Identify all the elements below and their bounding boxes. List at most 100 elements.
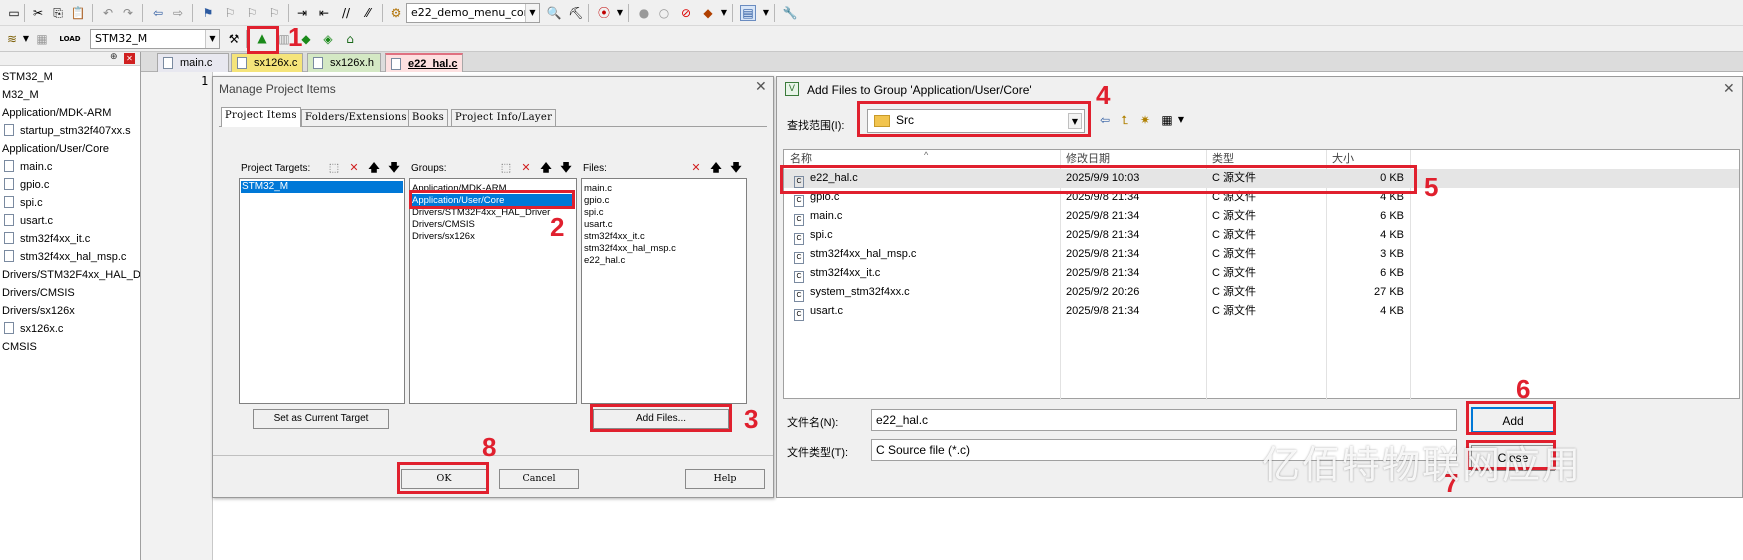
file-row[interactable]: Cstm32f4xx_it.c 2025/9/8 21:34 C 源文件 6 KB [784,264,1739,283]
chevron-down-icon[interactable]: ▼ [758,5,774,21]
tree-group-item[interactable]: Application/User/Core [2,140,109,158]
disable-breakpoint-icon[interactable]: ○ [656,5,672,21]
file-row[interactable]: Cmain.c 2025/9/8 21:34 C 源文件 6 KB [784,207,1739,226]
target-item[interactable]: STM32_M [242,181,288,192]
file-row[interactable]: Cspi.c 2025/9/8 21:34 C 源文件 4 KB [784,226,1739,245]
cancel-button[interactable]: Cancel [499,469,579,489]
tree-file-item[interactable]: gpio.c [4,176,49,194]
help-button[interactable]: Help [685,469,765,489]
file-item[interactable]: spi.c [584,207,604,218]
target-config-select[interactable]: e22_demo_menu_config ▼ [406,3,540,23]
configure-icon[interactable]: 🔧 [782,5,798,21]
group-item[interactable]: Drivers/CMSIS [412,219,475,230]
file-item[interactable]: stm32f4xx_hal_msp.c [584,243,676,254]
prev-bookmark-icon[interactable]: ⚐ [222,5,238,21]
chevron-down-icon[interactable]: ▼ [1173,112,1189,128]
tab-project-info-layer[interactable]: Project Info/Layer [451,109,557,127]
new-icon[interactable]: ⬚ [499,161,513,175]
stop-build-icon[interactable]: ▦ [34,31,50,47]
tree-file-item[interactable]: stm32f4xx_hal_msp.c [4,248,126,266]
delete-icon[interactable]: ✕ [689,161,703,175]
tab-sx126x-c[interactable]: sx126x.c [231,53,303,72]
file-item[interactable]: stm32f4xx_it.c [584,231,645,242]
tree-file-item[interactable]: startup_stm32f407xx.s [4,122,131,140]
file-row[interactable]: Cusart.c 2025/9/8 21:34 C 源文件 4 KB [784,302,1739,321]
redo-icon[interactable]: ↷ [120,5,136,21]
clear-bookmarks-icon[interactable]: ⚐ [266,5,282,21]
tree-file-item[interactable]: spi.c [4,194,43,212]
rte-icon[interactable]: ◆ [700,5,716,21]
move-up-icon[interactable]: 🡅 [539,161,553,175]
tab-sx126x-h[interactable]: sx126x.h [307,53,381,72]
manage-rte-icon[interactable]: ◈ [320,31,336,47]
tree-group-item[interactable]: Drivers/sx126x [2,302,75,320]
undo-icon[interactable]: ↶ [100,5,116,21]
tree-file-item[interactable]: stm32f4xx_it.c [4,230,90,248]
tree-group-item[interactable]: M32_M [2,86,39,104]
nav-back-icon[interactable]: ⇦ [150,5,166,21]
move-up-icon[interactable]: 🡅 [367,161,381,175]
move-down-icon[interactable]: 🡇 [559,161,573,175]
target-select[interactable]: STM32_M ▼ [90,29,220,49]
file-item[interactable]: e22_hal.c [584,255,625,266]
breakpoint-icon[interactable]: ● [636,5,652,21]
move-down-icon[interactable]: 🡇 [729,161,743,175]
tab-e22-hal-c[interactable]: e22_hal.c [385,53,463,72]
tree-group-item[interactable]: STM32_M [2,68,53,86]
target-options-icon[interactable]: ⚒ [226,31,242,47]
window-layout-icon[interactable]: ▤ [740,5,756,21]
chevron-down-icon[interactable]: ▼ [18,31,34,47]
close-icon[interactable]: ✕ [1723,81,1735,97]
tab-books[interactable]: Books [408,109,449,127]
up-folder-icon[interactable]: ⮤ [1117,112,1133,128]
debug-session-icon[interactable]: ⦿ [596,5,612,21]
uncomment-icon[interactable]: ⁄⁄ [360,5,376,21]
config-wizard-icon[interactable]: ⚙ [388,5,404,21]
download-load-icon[interactable]: LOAD [59,31,80,47]
file-row[interactable]: Csystem_stm32f4xx.c 2025/9/2 20:26 C 源文件 27… [784,283,1739,302]
file-item[interactable]: gpio.c [584,195,609,206]
group-item[interactable]: Drivers/sx126x [412,231,475,242]
cut-icon[interactable]: ✂ [30,5,46,21]
back-icon[interactable]: ⇦ [1097,112,1113,128]
incremental-find-icon[interactable]: ⛏ [568,5,584,21]
new-file-icon[interactable]: ▭ [6,5,22,21]
tree-group-item[interactable]: Application/MDK-ARM [2,104,111,122]
file-row[interactable]: Cstm32f4xx_hal_msp.c 2025/9/8 21:34 C 源文件 3… [784,245,1739,264]
tab-main-c[interactable]: main.c [157,53,229,72]
install-packs-icon[interactable]: ⌂ [342,31,358,47]
filename-input[interactable]: e22_hal.c [871,409,1457,431]
file-item[interactable]: usart.c [584,219,613,230]
move-up-icon[interactable]: 🡅 [709,161,723,175]
tab-project-items[interactable]: Project Items [221,107,301,127]
tree-file-item[interactable]: usart.c [4,212,53,230]
tree-file-item[interactable]: main.c [4,158,52,176]
project-targets-list[interactable]: STM32_M [239,178,405,404]
new-folder-icon[interactable]: ✷ [1137,112,1153,128]
paste-icon[interactable]: 📋 [70,5,86,21]
copy-icon[interactable]: ⎘ [50,5,66,21]
next-bookmark-icon[interactable]: ⚐ [244,5,260,21]
files-list[interactable]: main.c gpio.c spi.c usart.c stm32f4xx_it… [581,178,747,404]
indent-icon[interactable]: ⇥ [294,5,310,21]
kill-breakpoints-icon[interactable]: ⊘ [678,5,694,21]
tree-file-item[interactable]: sx126x.c [4,320,63,338]
chevron-down-icon[interactable]: ▼ [612,5,628,21]
unindent-icon[interactable]: ⇤ [316,5,332,21]
nav-forward-icon[interactable]: ⇨ [170,5,186,21]
chevron-down-icon[interactable]: ▼ [716,5,732,21]
delete-icon[interactable]: ✕ [347,161,361,175]
close-icon[interactable]: ✕ [755,79,767,95]
pin-icon[interactable]: ⊕ [110,52,118,62]
tab-folders-extensions[interactable]: Folders/Extensions [301,109,411,127]
delete-icon[interactable]: ✕ [519,161,533,175]
find-in-files-icon[interactable]: 🔍 [546,5,562,21]
set-current-target-button[interactable]: Set as Current Target [253,409,389,429]
comment-icon[interactable]: // [338,5,354,21]
bookmark-icon[interactable]: ⚑ [200,5,216,21]
new-icon[interactable]: ⬚ [327,161,341,175]
tree-group-item[interactable]: Drivers/CMSIS [2,284,75,302]
tree-group-item[interactable]: CMSIS [2,338,37,356]
move-down-icon[interactable]: 🡇 [387,161,401,175]
file-item[interactable]: main.c [584,183,612,194]
